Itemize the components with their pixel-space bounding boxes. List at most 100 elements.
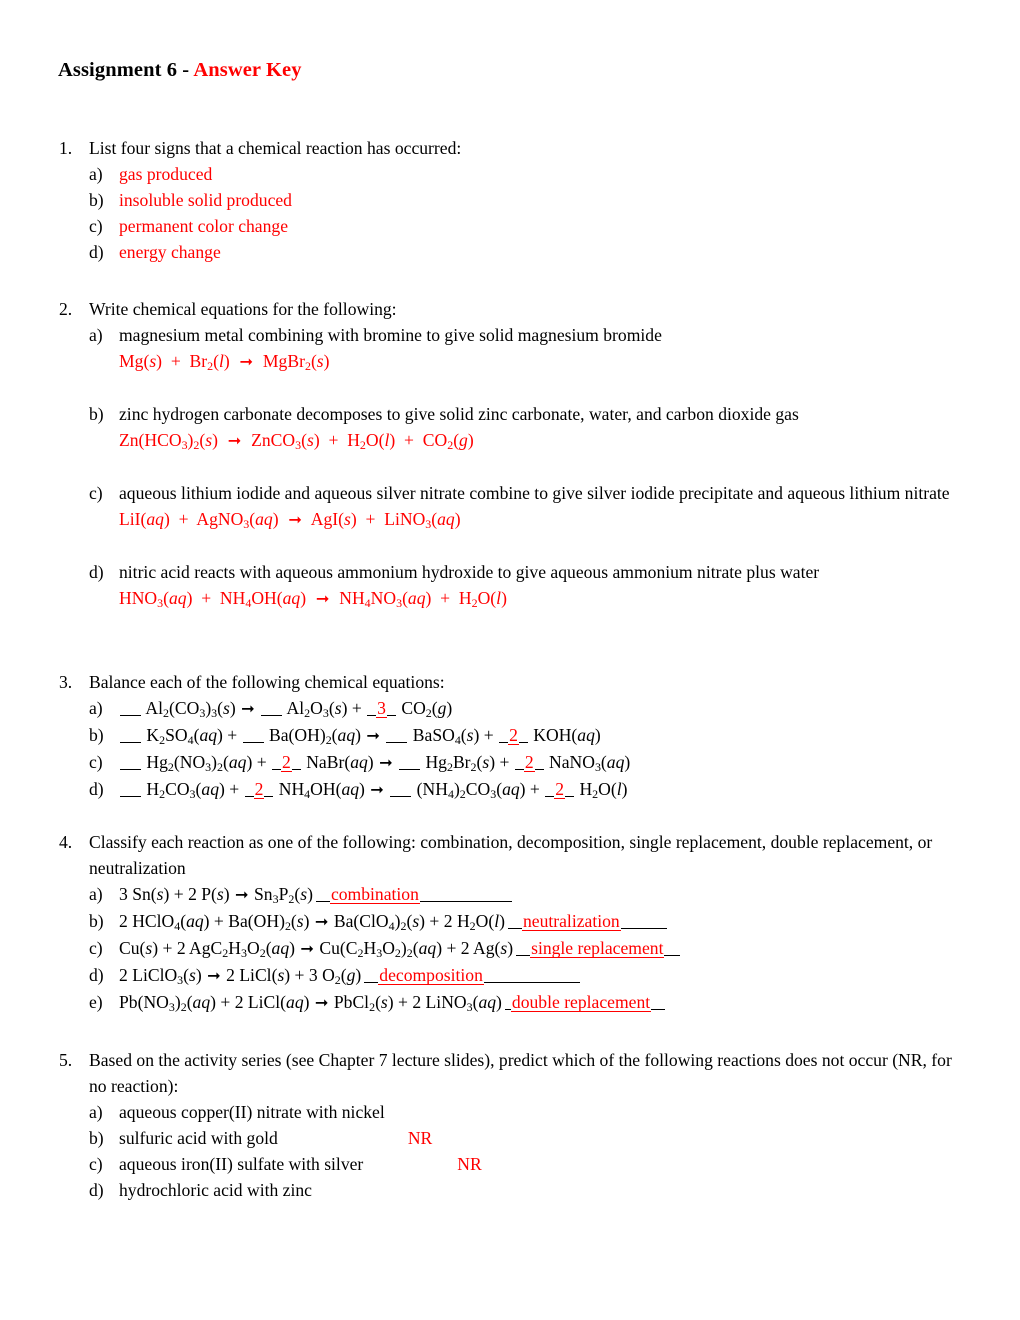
list-marker: b) bbox=[89, 403, 104, 424]
list-marker: d) bbox=[89, 778, 104, 799]
page-title-prefix: Assignment 6 - bbox=[58, 59, 194, 81]
question-2-item-c: c) aqueous lithium iodide and aqueous si… bbox=[89, 480, 958, 506]
balance-equation-3b: K2SO4(aq) + Ba(OH)2(aq) ➞ BaSO4(s) + 2 K… bbox=[119, 722, 958, 749]
question-4-item-b: b) 2 HClO4(aq) + Ba(OH)2(s) ➞ Ba(ClO4)2(… bbox=[89, 908, 958, 935]
list-marker: a) bbox=[89, 163, 103, 184]
list-marker: c) bbox=[89, 215, 103, 236]
answer-text: energy change bbox=[119, 241, 221, 262]
answer-text: insoluble solid produced bbox=[119, 189, 292, 210]
reaction-4c: Cu(s) + 2 AgC2H3O2(aq) ➞ Cu(C2H3O2)2(aq)… bbox=[119, 935, 958, 962]
question-2-item-a: a) magnesium metal combining with bromin… bbox=[89, 322, 958, 348]
list-marker: a) bbox=[89, 697, 103, 718]
classification-answer-e[interactable]: double replacement bbox=[504, 989, 666, 1015]
question-3-prompt: Balance each of the following chemical e… bbox=[89, 671, 445, 692]
question-5-item-a: a) aqueous copper(II) nitrate with nicke… bbox=[89, 1099, 958, 1125]
coefficient-blank[interactable] bbox=[399, 752, 421, 770]
sub-prompt: zinc hydrogen carbonate decomposes to gi… bbox=[119, 403, 799, 424]
equation-2d: HNO3(aq) + NH4OH(aq) ➞ NH4NO3(aq) + H2O(… bbox=[119, 587, 507, 610]
coefficient-blank[interactable] bbox=[120, 698, 141, 716]
classification-answer-c[interactable]: single replacement bbox=[516, 935, 681, 961]
coefficient-blank[interactable] bbox=[242, 725, 264, 743]
classification-answer-b[interactable]: neutralization bbox=[507, 908, 667, 934]
question-3-header: 3. Balance each of the following chemica… bbox=[58, 669, 958, 695]
balance-equation-3c: Hg2(NO3)2(aq) + 2 NaBr(aq) ➞ Hg2Br2(s) +… bbox=[119, 749, 958, 776]
question-2-header: 2. Write chemical equations for the foll… bbox=[58, 296, 958, 322]
question-1-prompt: List four signs that a chemical reaction… bbox=[89, 137, 462, 158]
question-5-item-d: d) hydrochloric acid with zinc bbox=[89, 1177, 958, 1203]
list-marker: c) bbox=[89, 1153, 103, 1174]
coefficient-filled[interactable]: 2 bbox=[272, 749, 301, 775]
coefficient-blank[interactable] bbox=[120, 752, 141, 770]
coefficient-filled[interactable]: 3 bbox=[367, 695, 396, 721]
reaction-4e: Pb(NO3)2(aq) + 2 LiCl(aq) ➞ PbCl2(s) + 2… bbox=[119, 989, 958, 1016]
reaction-description: aqueous copper(II) nitrate with nickel bbox=[119, 1099, 958, 1125]
reaction-text: hydrochloric acid with zinc bbox=[119, 1179, 312, 1200]
coefficient-filled[interactable]: 2 bbox=[244, 776, 274, 802]
list-marker: b) bbox=[89, 724, 104, 745]
list-marker: a) bbox=[89, 324, 103, 345]
reaction-4a: 3 Sn(s) + 2 P(s) ➞ Sn3P2(s) combination bbox=[119, 881, 958, 908]
document-page: Assignment 6 - Answer Key 1. List four s… bbox=[0, 0, 1020, 1320]
question-1-number: 1. bbox=[59, 137, 73, 158]
answer-text: permanent color change bbox=[119, 215, 289, 236]
question-4-header: 4. Classify each reaction as one of the … bbox=[58, 829, 958, 881]
list-marker: b) bbox=[89, 1127, 104, 1148]
list-marker: b) bbox=[89, 910, 104, 931]
question-3-item-c: c) Hg2(NO3)2(aq) + 2 NaBr(aq) ➞ Hg2Br2(s… bbox=[89, 749, 958, 776]
coefficient-blank[interactable] bbox=[390, 779, 412, 797]
answer-text: gas produced bbox=[119, 163, 213, 184]
question-5-item-c: c) aqueous iron(II) sulfate with silver N… bbox=[89, 1151, 958, 1177]
list-marker: d) bbox=[89, 964, 104, 985]
question-1-header: 1. List four signs that a chemical react… bbox=[58, 135, 958, 161]
coefficient-filled[interactable]: 2 bbox=[545, 776, 575, 802]
equation-2a: Mg(s) + Br2(l) ➞ MgBr2(s) bbox=[119, 350, 330, 373]
coefficient-blank[interactable] bbox=[261, 698, 283, 716]
question-3-number: 3. bbox=[59, 671, 73, 692]
balance-equation-3d: H2CO3(aq) + 2 NH4OH(aq) ➞ (NH4)2CO3(aq) … bbox=[119, 776, 958, 803]
coefficient-blank[interactable] bbox=[120, 779, 141, 797]
question-5-header: 5. Based on the activity series (see Cha… bbox=[58, 1047, 958, 1099]
reaction-text: aqueous iron(II) sulfate with silver bbox=[119, 1153, 364, 1174]
list-marker: a) bbox=[89, 883, 103, 904]
no-reaction-badge: NR bbox=[407, 1127, 433, 1148]
coefficient-filled[interactable]: 2 bbox=[499, 722, 528, 748]
page-title-answer-key: Answer Key bbox=[193, 59, 302, 81]
question-4-item-a: a) 3 Sn(s) + 2 P(s) ➞ Sn3P2(s) combinatio… bbox=[89, 881, 958, 908]
question-4-item-c: c) Cu(s) + 2 AgC2H3O2(aq) ➞ Cu(C2H3O2)2(… bbox=[89, 935, 958, 962]
list-marker: c) bbox=[89, 482, 103, 503]
question-4-item-e: e) Pb(NO3)2(aq) + 2 LiCl(aq) ➞ PbCl2(s) … bbox=[89, 989, 958, 1016]
question-4-prompt: Classify each reaction as one of the fol… bbox=[89, 831, 933, 878]
question-4-item-d: d) 2 LiClO3(s) ➞ 2 LiCl(s) + 3 O2(g) deco… bbox=[89, 962, 958, 989]
question-5-item-b: b) sulfuric acid with gold NR bbox=[89, 1125, 958, 1151]
list-marker: c) bbox=[89, 751, 103, 772]
sub-prompt: nitric acid reacts with aqueous ammonium… bbox=[119, 561, 820, 582]
question-4-number: 4. bbox=[59, 831, 73, 852]
question-5-number: 5. bbox=[59, 1049, 73, 1070]
question-3-item-b: b) K2SO4(aq) + Ba(OH)2(aq) ➞ BaSO4(s) + … bbox=[89, 722, 958, 749]
question-5: 5. Based on the activity series (see Cha… bbox=[58, 1047, 958, 1203]
coefficient-blank[interactable] bbox=[386, 725, 408, 743]
question-2-prompt: Write chemical equations for the followi… bbox=[89, 298, 397, 319]
classification-answer-d[interactable]: decomposition bbox=[364, 962, 580, 988]
question-2-item-b: b) zinc hydrogen carbonate decomposes to… bbox=[89, 401, 958, 427]
equation-2b: Zn(HCO3)2(s) ➞ ZnCO3(s) + H2O(l) + CO2(g… bbox=[119, 429, 474, 452]
reaction-description: sulfuric acid with gold NR bbox=[119, 1125, 958, 1151]
coefficient-blank[interactable] bbox=[120, 725, 141, 743]
classification-answer-a[interactable]: combination bbox=[315, 881, 512, 907]
question-1-item-c: c) permanent color change bbox=[89, 213, 958, 239]
question-1: 1. List four signs that a chemical react… bbox=[58, 135, 958, 265]
list-marker: e) bbox=[89, 991, 103, 1012]
reaction-text: aqueous copper(II) nitrate with nickel bbox=[119, 1101, 385, 1122]
question-3: 3. Balance each of the following chemica… bbox=[58, 669, 958, 803]
question-1-item-d: d) energy change bbox=[89, 239, 958, 265]
no-reaction-badge: NR bbox=[457, 1153, 482, 1174]
list-marker: a) bbox=[89, 1101, 103, 1122]
coefficient-filled[interactable]: 2 bbox=[514, 749, 544, 775]
